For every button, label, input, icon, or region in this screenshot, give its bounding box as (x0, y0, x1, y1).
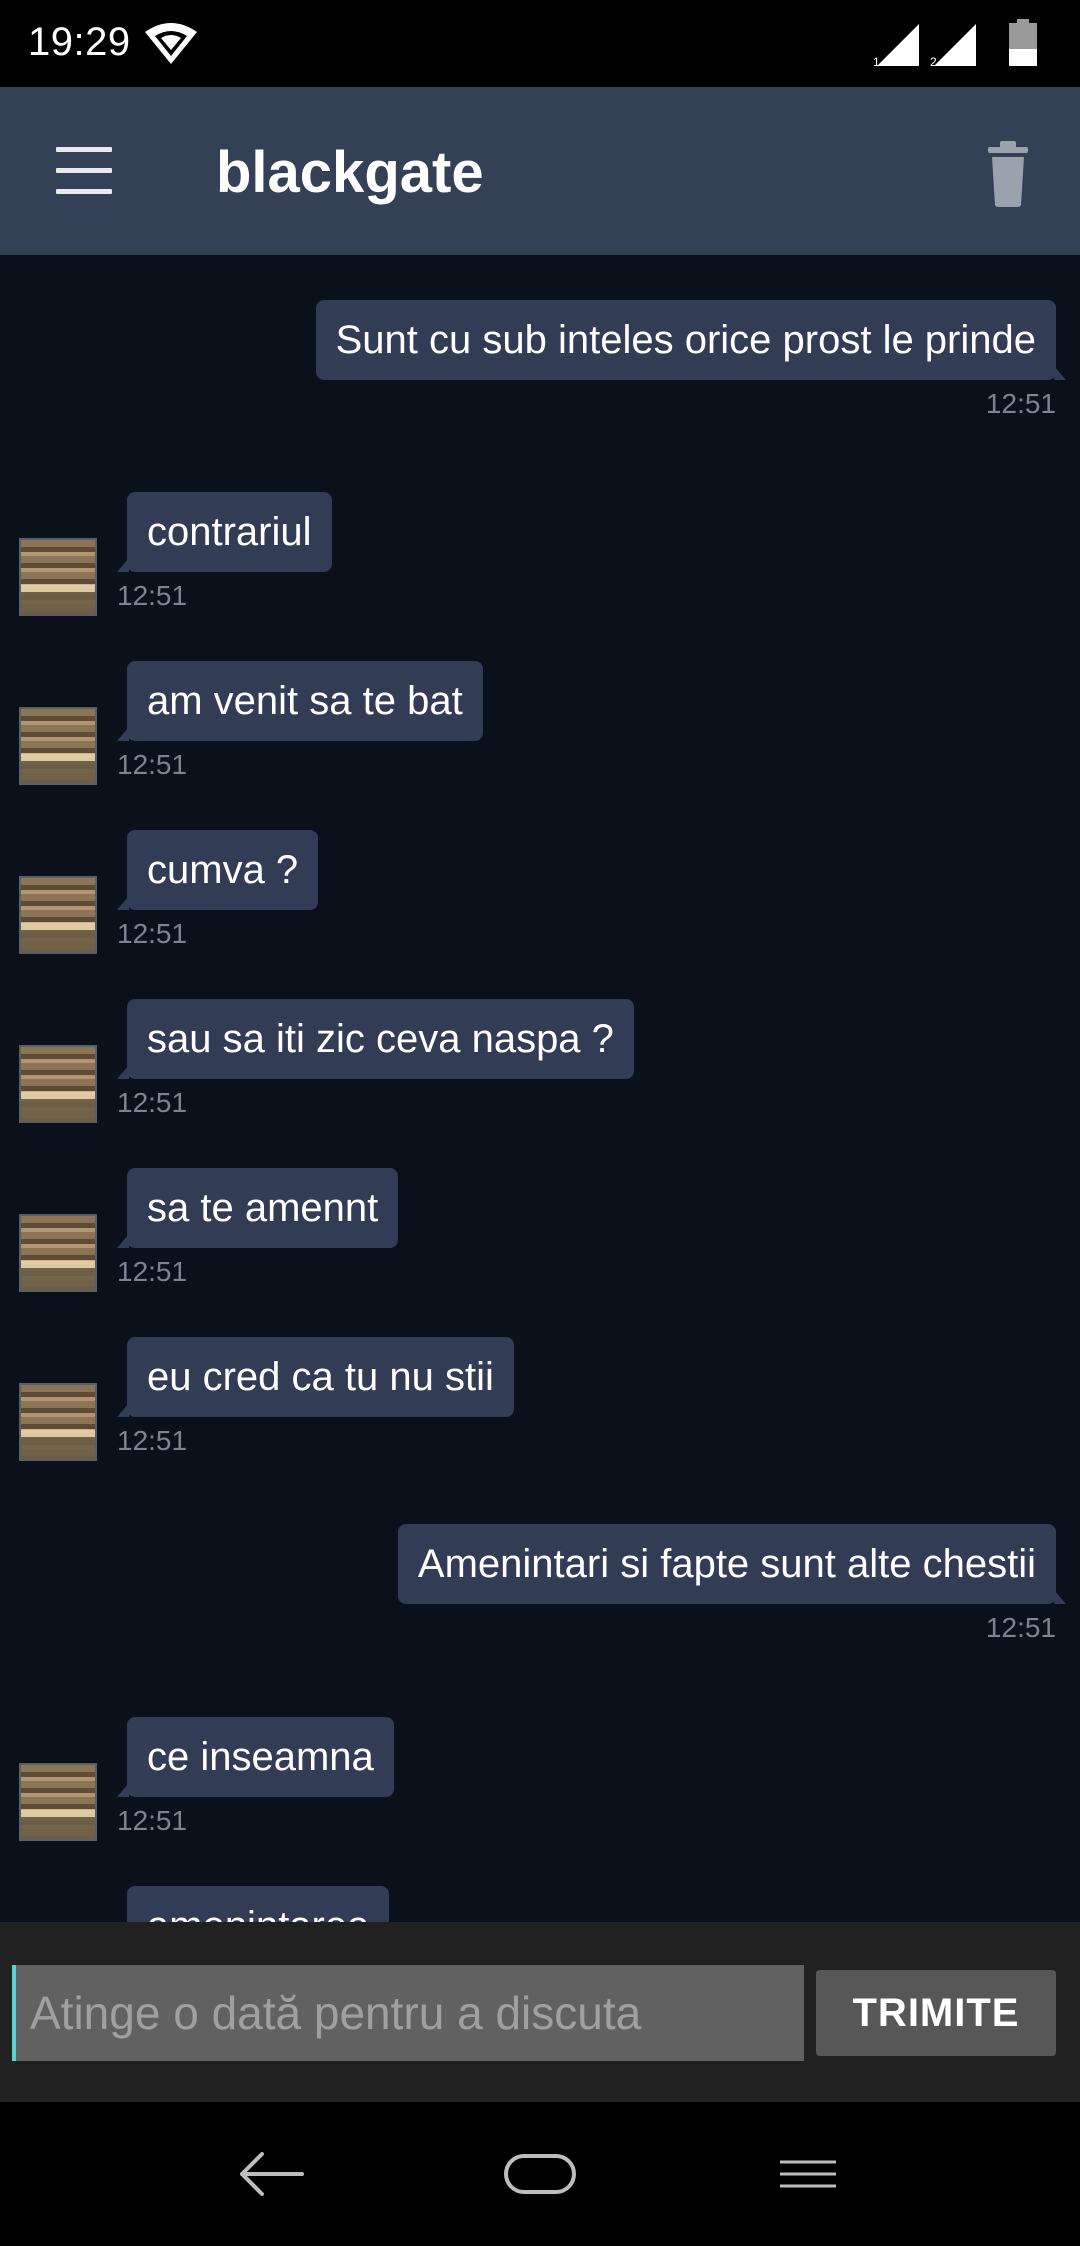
message-time: 12:51 (117, 749, 188, 780)
avatar[interactable] (19, 876, 97, 954)
avatar[interactable] (19, 1383, 97, 1461)
sim2-label: 2 (930, 55, 937, 68)
send-button[interactable]: TRIMITE (816, 1970, 1056, 2056)
message-time: 12:51 (985, 388, 1056, 419)
message-bubble[interactable]: eu cred ca tu nu stii (117, 1337, 514, 1417)
message-list[interactable]: Sunt cu sub inteles orice prost le prind… (0, 255, 1080, 1922)
message-bubble[interactable]: Sunt cu sub inteles orice prost le prind… (315, 300, 1067, 380)
message-bubble[interactable]: cumva ? (116, 830, 319, 910)
back-icon[interactable] (234, 2142, 306, 2211)
message-time: 12:51 (117, 1087, 188, 1118)
message-bubble[interactable]: sau sa iti zic ceva naspa ? (117, 999, 634, 1079)
message-time: 12:51 (117, 1256, 188, 1287)
home-icon[interactable] (502, 2142, 578, 2211)
message-bubble[interactable]: Amenintari si fapte sunt alte chestii (397, 1524, 1067, 1604)
avatar[interactable] (19, 707, 97, 785)
message-time: 12:51 (985, 1612, 1056, 1643)
avatar[interactable] (19, 1214, 97, 1292)
battery-icon (1008, 19, 1038, 72)
trash-icon[interactable] (970, 139, 1046, 209)
signal-sim1-icon: 1 (873, 22, 923, 73)
message-time: 12:51 (117, 1425, 188, 1456)
message-time: 12:51 (117, 1805, 188, 1836)
navigation-bar (0, 2102, 1080, 2246)
message-incoming: amenintarea (0, 255, 1080, 1922)
status-time: 19:29 (28, 20, 131, 64)
message-bubble[interactable]: amenintarea (127, 1886, 390, 1922)
message-input[interactable] (12, 1965, 804, 2061)
message-bubble[interactable]: sa te amennt (116, 1168, 399, 1248)
message-bubble[interactable]: contrariul (117, 492, 332, 572)
wifi-icon (143, 20, 199, 71)
menu-icon[interactable] (40, 141, 130, 201)
message-time: 12:51 (117, 580, 188, 611)
app-bar: blackgate (0, 87, 1080, 255)
avatar[interactable] (19, 1763, 97, 1841)
chat-title: blackgate (216, 140, 484, 205)
signal-sim2-icon: 2 (930, 22, 980, 73)
recents-icon[interactable] (776, 2142, 840, 2211)
avatar[interactable] (19, 1045, 97, 1123)
message-time: 12:51 (117, 918, 188, 949)
composer: TRIMITE (0, 1922, 1080, 2102)
message-bubble[interactable]: ce inseamna (117, 1717, 394, 1797)
status-bar: 19:29 1 2 (0, 0, 1080, 87)
avatar[interactable] (19, 538, 97, 616)
message-outgoing: Sunt cu sub inteles orice prost le prind… (0, 255, 1080, 419)
message-bubble[interactable]: am venit sa te bat (117, 661, 483, 741)
sim1-label: 1 (873, 55, 880, 68)
